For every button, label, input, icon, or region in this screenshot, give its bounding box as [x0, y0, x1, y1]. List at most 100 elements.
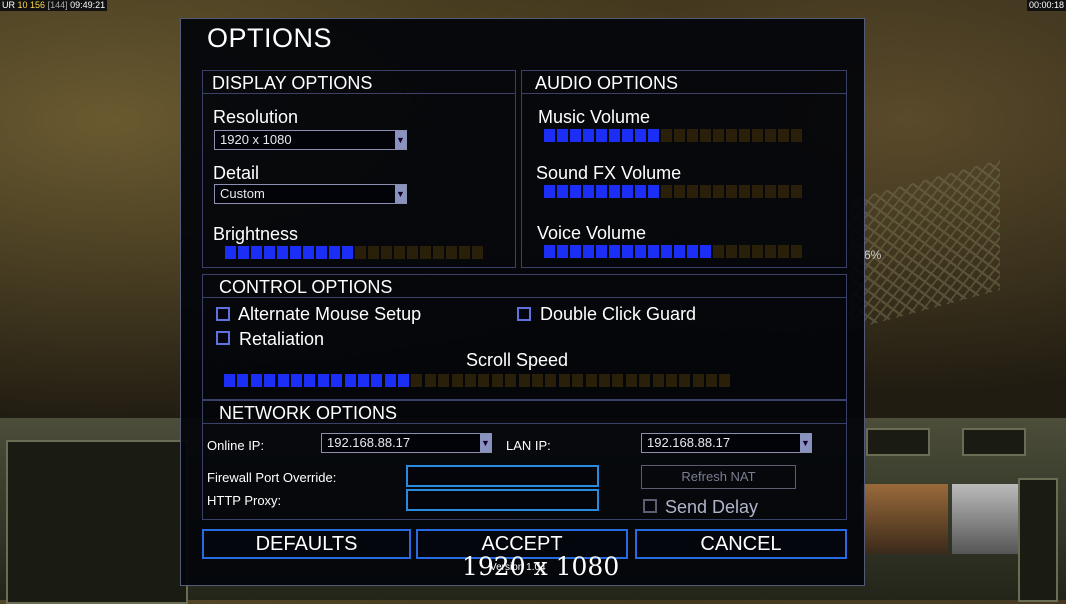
slider-segment[interactable] [765, 185, 776, 198]
slider-segment[interactable] [570, 129, 581, 142]
slider-segment[interactable] [765, 245, 776, 258]
slider-segment[interactable] [752, 185, 763, 198]
slider-segment[interactable] [674, 185, 685, 198]
slider-segment[interactable] [687, 245, 698, 258]
slider-segment[interactable] [596, 185, 607, 198]
double-click-guard-label[interactable]: Double Click Guard [540, 304, 696, 325]
slider-segment[interactable] [544, 129, 555, 142]
slider-segment[interactable] [726, 185, 737, 198]
slider-segment[interactable] [648, 185, 659, 198]
slider-segment[interactable] [596, 129, 607, 142]
slider-segment[interactable] [583, 185, 594, 198]
slider-segment[interactable] [665, 374, 677, 387]
double-click-guard-checkbox[interactable] [517, 307, 531, 321]
slider-segment[interactable] [438, 374, 450, 387]
slider-segment[interactable] [407, 246, 418, 259]
slider-segment[interactable] [752, 245, 763, 258]
slider-segment[interactable] [765, 129, 776, 142]
online-ip-dropdown[interactable]: 192.168.88.17 ▼ [321, 433, 492, 453]
slider-segment[interactable] [752, 129, 763, 142]
slider-segment[interactable] [368, 246, 379, 259]
slider-segment[interactable] [264, 374, 276, 387]
slider-segment[interactable] [791, 185, 802, 198]
slider-segment[interactable] [719, 374, 731, 387]
slider-segment[interactable] [791, 245, 802, 258]
slider-segment[interactable] [491, 374, 503, 387]
slider-segment[interactable] [398, 374, 410, 387]
slider-segment[interactable] [290, 246, 301, 259]
slider-segment[interactable] [687, 185, 698, 198]
slider-segment[interactable] [451, 374, 463, 387]
slider-segment[interactable] [572, 374, 584, 387]
slider-segment[interactable] [596, 245, 607, 258]
slider-segment[interactable] [465, 374, 477, 387]
alternate-mouse-checkbox[interactable] [216, 307, 230, 321]
slider-segment[interactable] [609, 185, 620, 198]
slider-segment[interactable] [329, 246, 340, 259]
slider-segment[interactable] [661, 129, 672, 142]
detail-dropdown[interactable]: Custom ▼ [214, 184, 407, 204]
slider-segment[interactable] [304, 374, 316, 387]
slider-segment[interactable] [518, 374, 530, 387]
sound-fx-volume-slider[interactable] [544, 185, 802, 198]
slider-segment[interactable] [316, 246, 327, 259]
slider-segment[interactable] [713, 245, 724, 258]
slider-segment[interactable] [639, 374, 651, 387]
firewall-port-input[interactable] [406, 465, 599, 487]
slider-segment[interactable] [545, 374, 557, 387]
slider-segment[interactable] [344, 374, 356, 387]
refresh-nat-button[interactable]: Refresh NAT [641, 465, 796, 489]
slider-segment[interactable] [433, 246, 444, 259]
chevron-down-icon[interactable]: ▼ [800, 434, 811, 452]
music-volume-slider[interactable] [544, 129, 802, 142]
slider-segment[interactable] [622, 185, 633, 198]
slider-segment[interactable] [570, 185, 581, 198]
slider-segment[interactable] [264, 246, 275, 259]
slider-segment[interactable] [342, 246, 353, 259]
slider-segment[interactable] [598, 374, 610, 387]
slider-segment[interactable] [585, 374, 597, 387]
slider-segment[interactable] [277, 374, 289, 387]
slider-segment[interactable] [679, 374, 691, 387]
resolution-dropdown[interactable]: 1920 x 1080 ▼ [214, 130, 407, 150]
slider-segment[interactable] [459, 246, 470, 259]
slider-segment[interactable] [692, 374, 704, 387]
cancel-button[interactable]: CANCEL [635, 529, 847, 559]
slider-segment[interactable] [739, 129, 750, 142]
slider-segment[interactable] [531, 374, 543, 387]
slider-segment[interactable] [544, 185, 555, 198]
slider-segment[interactable] [674, 129, 685, 142]
slider-segment[interactable] [700, 185, 711, 198]
lan-ip-dropdown[interactable]: 192.168.88.17 ▼ [641, 433, 812, 453]
slider-segment[interactable] [505, 374, 517, 387]
scroll-speed-slider[interactable] [224, 374, 731, 387]
slider-segment[interactable] [612, 374, 624, 387]
slider-segment[interactable] [557, 245, 568, 258]
slider-segment[interactable] [661, 245, 672, 258]
slider-segment[interactable] [446, 246, 457, 259]
slider-segment[interactable] [557, 185, 568, 198]
unit-portrait[interactable] [862, 484, 948, 554]
slider-segment[interactable] [250, 374, 262, 387]
command-tab-left[interactable] [866, 428, 930, 456]
slider-segment[interactable] [303, 246, 314, 259]
slider-segment[interactable] [713, 185, 724, 198]
slider-segment[interactable] [224, 374, 235, 387]
slider-segment[interactable] [478, 374, 490, 387]
voice-volume-slider[interactable] [544, 245, 802, 258]
slider-segment[interactable] [290, 374, 302, 387]
slider-segment[interactable] [277, 246, 288, 259]
slider-segment[interactable] [583, 245, 594, 258]
slider-segment[interactable] [355, 246, 366, 259]
slider-segment[interactable] [648, 245, 659, 258]
slider-segment[interactable] [687, 129, 698, 142]
command-tab-right[interactable] [962, 428, 1026, 456]
slider-segment[interactable] [674, 245, 685, 258]
slider-segment[interactable] [622, 245, 633, 258]
defaults-button[interactable]: DEFAULTS [202, 529, 411, 559]
slider-segment[interactable] [411, 374, 423, 387]
slider-segment[interactable] [648, 129, 659, 142]
slider-segment[interactable] [544, 245, 555, 258]
slider-segment[interactable] [778, 245, 789, 258]
brightness-slider[interactable] [225, 246, 483, 259]
